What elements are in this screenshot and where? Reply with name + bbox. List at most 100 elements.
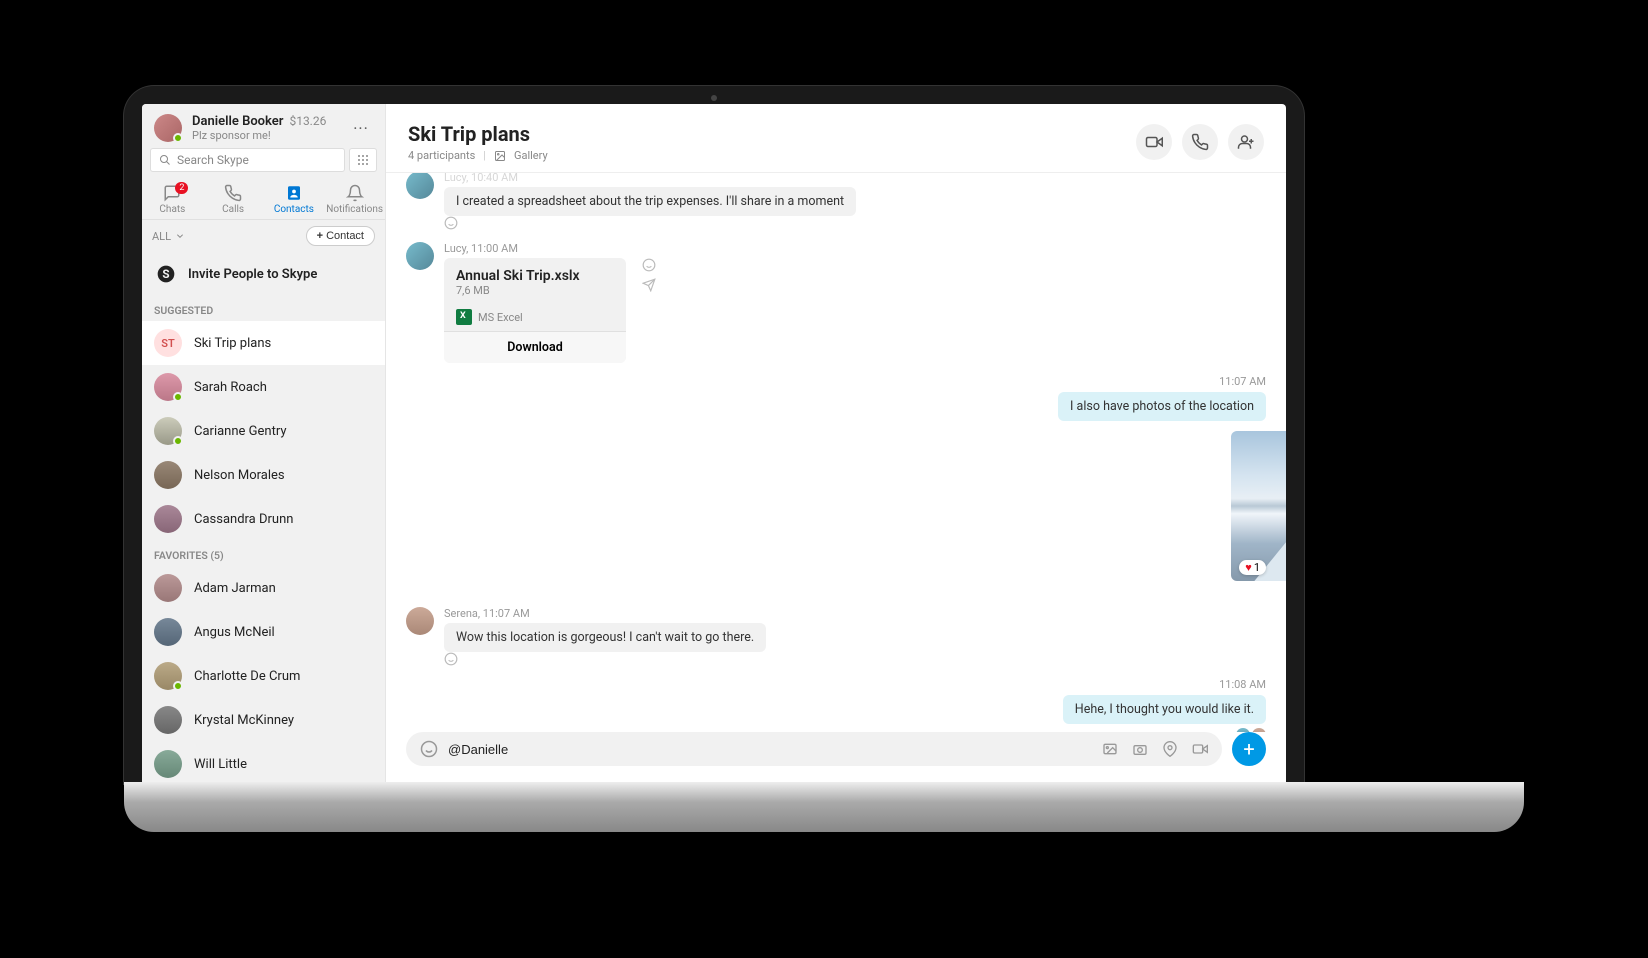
invite-people[interactable]: S Invite People to Skype: [142, 252, 385, 296]
contact-label: Charlotte De Crum: [194, 669, 300, 684]
contact-label: Adam Jarman: [194, 581, 276, 596]
tab-notifications[interactable]: Notifications: [324, 184, 385, 217]
location-icon[interactable]: [1162, 741, 1178, 757]
search-input[interactable]: Search Skype: [150, 148, 345, 172]
react-icon[interactable]: [444, 216, 1266, 230]
dialpad-icon: [357, 154, 369, 166]
message-outgoing: I also have photos of the location: [406, 392, 1266, 421]
avatar: [154, 373, 182, 401]
contact-label: Angus McNeil: [194, 625, 275, 640]
add-contact-button[interactable]: + Contact: [306, 226, 375, 246]
tab-calls[interactable]: Calls: [203, 184, 264, 217]
profile-status: Plz sponsor me!: [192, 129, 349, 142]
contact-label: Cassandra Drunn: [194, 512, 293, 527]
contact-item[interactable]: Krystal McKinney: [142, 698, 385, 742]
message-meta: Lucy, 10:40 AM: [444, 173, 1266, 184]
message-bubble: I created a spreadsheet about the trip e…: [444, 187, 856, 216]
avatar: [154, 505, 182, 533]
message-meta: Lucy, 11:00 AM: [444, 242, 1266, 255]
compose-box[interactable]: [406, 732, 1222, 766]
profile-name: Danielle Booker: [192, 114, 283, 129]
timestamp: 11:07 AM: [406, 375, 1266, 388]
file-size: 7,6 MB: [456, 284, 614, 297]
contact-item[interactable]: Charlotte De Crum: [142, 654, 385, 698]
skype-icon: S: [156, 264, 176, 284]
contact-ski-trip-plans[interactable]: ST Ski Trip plans: [142, 321, 385, 365]
avatar: [154, 618, 182, 646]
chat-panel: Ski Trip plans 4 participants | Gallery: [386, 104, 1286, 784]
message-meta: Serena, 11:07 AM: [444, 607, 1266, 620]
file-name: Annual Ski Trip.xslx: [456, 268, 614, 284]
invite-label: Invite People to Skype: [188, 267, 317, 282]
contact-label: Nelson Morales: [194, 468, 285, 483]
message-outgoing: ♥ 1: [406, 431, 1266, 585]
more-menu-icon[interactable]: ···: [349, 119, 373, 138]
message-bubble: Wow this location is gorgeous! I can't w…: [444, 623, 766, 652]
react-icon[interactable]: [642, 258, 656, 272]
contact-label: Carianne Gentry: [194, 424, 287, 439]
profile-balance: $13.26: [289, 114, 326, 128]
message-incoming: Serena, 11:07 AM Wow this location is go…: [406, 607, 1266, 666]
avatar: [154, 662, 182, 690]
message-input[interactable]: [448, 742, 1102, 757]
tab-calls-label: Calls: [222, 204, 244, 215]
chats-icon: 2: [142, 184, 203, 202]
tab-chats-label: Chats: [159, 204, 185, 215]
excel-icon: [456, 309, 472, 325]
contacts-icon: [264, 184, 325, 202]
file-attachment[interactable]: Annual Ski Trip.xslx 7,6 MB MS Excel Dow…: [444, 258, 626, 363]
contact-item[interactable]: Will Little: [142, 742, 385, 784]
heart-icon: ♥: [1245, 561, 1252, 574]
chat-messages[interactable]: Lucy, 10:40 AM I created a spreadsheet a…: [386, 173, 1286, 732]
camera-icon[interactable]: [1132, 741, 1148, 757]
tab-contacts[interactable]: Contacts: [264, 184, 325, 217]
contact-label: Krystal McKinney: [194, 713, 294, 728]
send-plus-button[interactable]: +: [1232, 732, 1266, 766]
avatar: [406, 173, 434, 199]
gallery-icon: [494, 150, 506, 162]
reaction-count: 1: [1254, 561, 1260, 574]
timestamp: 11:08 AM: [406, 678, 1266, 691]
section-suggested: SUGGESTED: [142, 296, 385, 321]
audio-call-button[interactable]: [1182, 124, 1218, 160]
avatar[interactable]: [154, 114, 182, 142]
gallery-link[interactable]: Gallery: [514, 149, 548, 162]
avatar: [154, 574, 182, 602]
contact-item[interactable]: Adam Jarman: [142, 566, 385, 610]
tab-chats[interactable]: 2 Chats: [142, 184, 203, 217]
dialpad-button[interactable]: [349, 148, 377, 172]
file-type-label: MS Excel: [478, 311, 523, 324]
video-call-button[interactable]: [1136, 124, 1172, 160]
avatar: [154, 706, 182, 734]
video-message-icon[interactable]: [1192, 741, 1208, 757]
avatar: [406, 242, 434, 270]
contact-item[interactable]: Sarah Roach: [142, 365, 385, 409]
app-window: Danielle Booker $13.26 Plz sponsor me! ·…: [142, 104, 1286, 784]
contact-item[interactable]: Angus McNeil: [142, 610, 385, 654]
svg-text:S: S: [162, 267, 169, 281]
calls-icon: [203, 184, 264, 202]
contact-label: Sarah Roach: [194, 380, 267, 395]
react-icon[interactable]: [444, 652, 1266, 666]
image-attachment[interactable]: [1231, 431, 1286, 581]
chats-badge: 2: [175, 182, 188, 194]
contact-item[interactable]: Carianne Gentry: [142, 409, 385, 453]
add-participant-button[interactable]: [1228, 124, 1264, 160]
forward-icon[interactable]: [642, 278, 656, 292]
profile-row[interactable]: Danielle Booker $13.26 Plz sponsor me! ·…: [142, 104, 385, 148]
filter-all[interactable]: ALL: [152, 230, 184, 243]
contact-item[interactable]: Cassandra Drunn: [142, 497, 385, 541]
download-button[interactable]: Download: [444, 331, 626, 363]
add-person-icon: [1237, 133, 1255, 151]
contact-item[interactable]: Nelson Morales: [142, 453, 385, 497]
video-icon: [1145, 133, 1163, 151]
add-file-icon[interactable]: [1102, 741, 1118, 757]
search-icon: [159, 154, 171, 166]
emoji-picker-button[interactable]: [420, 740, 438, 758]
message-outgoing: Hehe, I thought you would like it.: [406, 695, 1266, 732]
message-bubble: I also have photos of the location: [1058, 392, 1266, 421]
phone-icon: [1191, 133, 1209, 151]
reaction-badge[interactable]: ♥ 1: [1239, 560, 1266, 575]
avatar: [154, 417, 182, 445]
participants-count[interactable]: 4 participants: [408, 149, 475, 162]
